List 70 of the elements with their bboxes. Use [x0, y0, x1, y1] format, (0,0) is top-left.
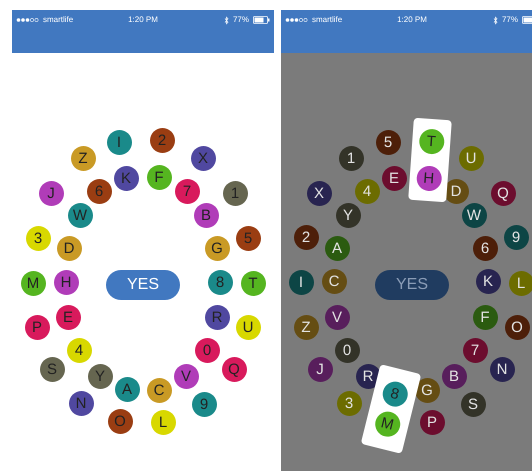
letter-token[interactable]: W [68, 202, 92, 228]
battery-percent: 77% [502, 14, 518, 26]
letter-token[interactable]: P [24, 314, 50, 340]
bluetooth-icon [492, 16, 498, 24]
letter-token[interactable]: N [490, 356, 514, 382]
yes-button[interactable]: YES [106, 270, 180, 300]
yes-button[interactable]: YES [375, 270, 449, 300]
letter-token[interactable]: 0 [194, 338, 220, 362]
letter-token[interactable]: 1 [338, 146, 364, 170]
letter-token[interactable]: F [146, 164, 172, 190]
letter-token[interactable]: A [114, 376, 140, 402]
status-time: 1:20 PM [128, 14, 158, 26]
letter-token[interactable]: 8 [208, 270, 232, 294]
letter-token[interactable]: 4 [66, 338, 92, 362]
letter-token[interactable]: D [56, 236, 82, 260]
letter-token[interactable]: A [324, 236, 350, 260]
letter-token[interactable]: L [508, 270, 532, 296]
letter-token[interactable]: Z [70, 146, 96, 170]
letter-token[interactable]: M [20, 270, 46, 296]
letter-token[interactable]: T [240, 270, 266, 296]
letter-token[interactable]: P [420, 410, 444, 434]
letter-token[interactable]: U [236, 314, 260, 340]
letter-token[interactable]: B [442, 364, 466, 388]
letter-token[interactable]: H [54, 270, 78, 294]
letter-token[interactable]: I [106, 130, 132, 154]
letter-token[interactable]: 4 [354, 178, 380, 204]
battery-percent: 77% [232, 14, 249, 26]
letter-token[interactable]: 9 [192, 392, 216, 416]
letter-token[interactable]: J [308, 356, 332, 382]
status-time: 1:20 PM [397, 14, 427, 26]
letter-token[interactable]: Y [336, 202, 360, 228]
letter-token[interactable]: 9 [504, 224, 528, 250]
letter-token[interactable]: E [56, 304, 80, 330]
letter-token[interactable]: 0 [334, 338, 360, 362]
battery-icon [252, 16, 270, 24]
letter-token[interactable]: G [204, 236, 230, 260]
letter-token[interactable]: W [462, 202, 486, 228]
letter-token[interactable]: 7 [462, 338, 488, 362]
letter-token[interactable]: 2 [294, 224, 318, 250]
letter-token[interactable]: J [38, 180, 64, 206]
signal-icon [16, 17, 39, 23]
letter-token[interactable]: R [356, 364, 380, 388]
letter-token[interactable]: O [504, 314, 530, 340]
letter-token[interactable]: 3 [336, 390, 362, 416]
letter-token[interactable]: C [322, 268, 346, 294]
letter-token[interactable]: K [476, 268, 500, 294]
letter-token[interactable]: 6 [472, 236, 498, 260]
letter-token[interactable]: U [458, 146, 484, 170]
letter-token[interactable]: 5 [376, 130, 400, 154]
letter-token[interactable]: H [415, 165, 442, 192]
letter-token[interactable]: E [382, 166, 406, 190]
carrier-name: smartlife [312, 14, 342, 26]
letter-token[interactable]: I [288, 270, 314, 294]
letter-token[interactable]: S [460, 392, 486, 416]
letter-token[interactable]: F [472, 304, 498, 330]
letter-token[interactable]: C [146, 378, 172, 402]
letter-token[interactable]: 7 [174, 178, 200, 204]
letter-token[interactable]: L [150, 410, 176, 434]
letter-token[interactable]: 3 [26, 226, 50, 250]
bluetooth-icon [224, 16, 229, 24]
carrier-name: smartlife [43, 14, 74, 26]
letter-token[interactable]: T [418, 128, 445, 155]
letter-token[interactable]: B [194, 202, 218, 228]
letter-token[interactable]: Z [294, 314, 318, 340]
letter-token[interactable]: V [174, 364, 198, 388]
letter-token[interactable]: Q [222, 356, 246, 382]
letter-token[interactable]: Q [490, 180, 516, 206]
letter-token[interactable]: V [324, 304, 350, 330]
signal-icon [285, 17, 308, 23]
letter-token[interactable]: X [306, 180, 332, 206]
